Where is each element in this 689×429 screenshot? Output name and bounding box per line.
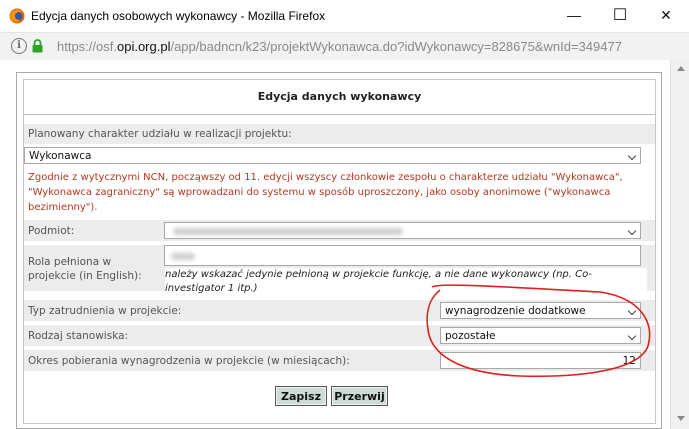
participation-label: Planowany charakter udziału w realizacji…: [28, 128, 292, 140]
minimize-button[interactable]: —: [551, 0, 597, 32]
scroll-down-icon[interactable]: [677, 416, 685, 421]
position-label: Rodzaj stanowiska:: [28, 330, 129, 342]
address-bar[interactable]: i https://osf.opi.org.pl/app/badncn/k23/…: [0, 32, 689, 61]
lock-icon: [32, 39, 43, 53]
employment-value: wynagrodzenie dodatkowe: [445, 305, 586, 317]
entity-label: Podmiot:: [28, 225, 75, 237]
cancel-button[interactable]: Przerwij: [331, 386, 388, 406]
close-button[interactable]: ✕: [643, 0, 689, 32]
employment-label: Typ zatrudnienia w projekcie:: [28, 305, 182, 317]
participation-value: Wykonawca: [29, 150, 92, 162]
chevron-down-icon: [627, 151, 637, 161]
url-text: https://osf.opi.org.pl/app/badncn/k23/pr…: [57, 39, 622, 54]
entity-select[interactable]: [164, 222, 641, 239]
position-select[interactable]: pozostałe: [440, 327, 641, 344]
url-domain: opi.org.pl: [116, 39, 171, 54]
position-value: pozostałe: [445, 330, 496, 342]
participation-row: Planowany charakter udziału w realizacji…: [24, 124, 655, 144]
window-title: Edycja danych osobowych wykonawcy - Mozi…: [31, 9, 326, 23]
period-label: Okres pobierania wynagrodzenia w projekc…: [28, 355, 350, 367]
chevron-down-icon: [627, 306, 637, 316]
role-input[interactable]: [164, 245, 641, 266]
chevron-down-icon: [627, 331, 637, 341]
blurred-entity-value: [173, 228, 403, 235]
save-button[interactable]: Zapisz: [275, 386, 327, 406]
period-value: 12: [622, 355, 636, 367]
scroll-up-icon[interactable]: [677, 66, 685, 71]
employment-type-select[interactable]: wynagrodzenie dodatkowe: [440, 302, 641, 319]
firefox-icon: [9, 8, 25, 24]
participation-select[interactable]: Wykonawca: [24, 147, 641, 164]
dialog-title: Edycja danych wykonawcy: [24, 80, 655, 115]
role-label: Rola pełniona w projekcie (in English):: [28, 256, 142, 282]
scrollbar[interactable]: [670, 60, 689, 429]
dialog: Edycja danych wykonawcy Planowany charak…: [16, 72, 662, 429]
page-content: Edycja danych wykonawcy Planowany charak…: [0, 60, 689, 429]
period-input[interactable]: 12: [440, 352, 641, 369]
chevron-down-icon: [627, 226, 637, 236]
info-icon[interactable]: i: [11, 38, 27, 54]
window-titlebar: Edycja danych osobowych wykonawcy - Mozi…: [0, 0, 689, 32]
role-hint: należy wskazać jedynie pełnioną w projek…: [165, 268, 647, 296]
maximize-button[interactable]: ☐: [597, 0, 643, 32]
notice-text: Zgodnie z wytycznymi NCN, począwszy od 1…: [28, 172, 623, 213]
form-panel: Edycja danych wykonawcy Planowany charak…: [23, 79, 656, 424]
blurred-role-value: [171, 253, 195, 260]
